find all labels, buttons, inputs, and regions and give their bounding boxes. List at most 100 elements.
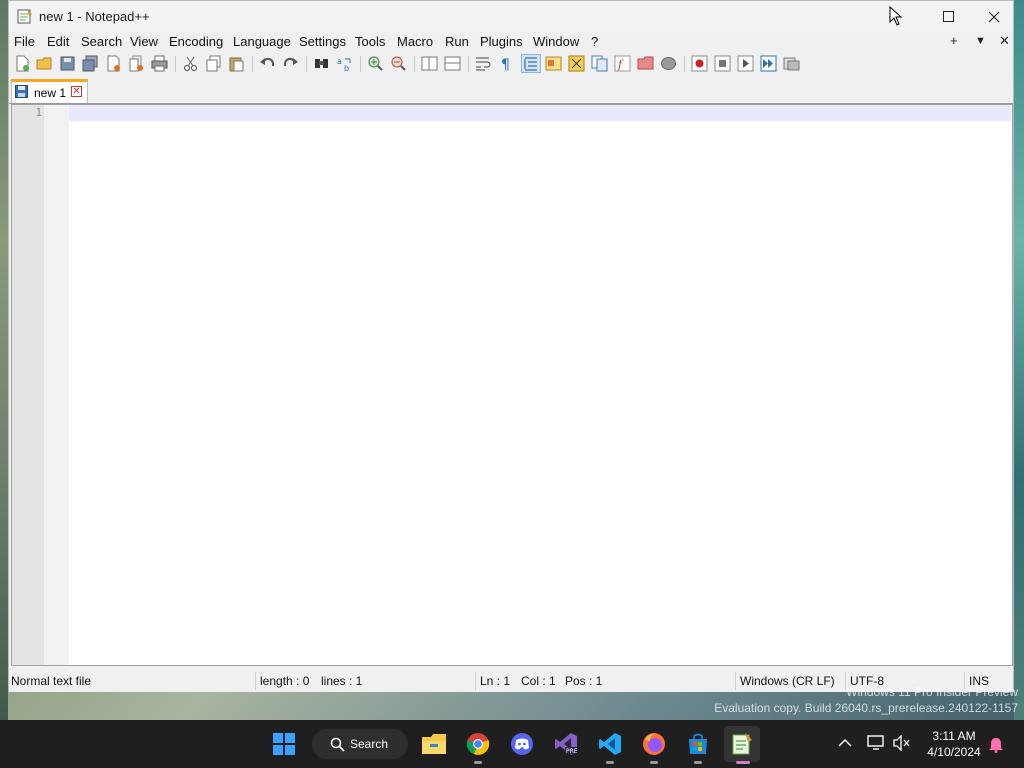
discord-button[interactable] <box>508 730 536 758</box>
close-all-icon[interactable] <box>128 55 145 72</box>
speaker-muted-icon[interactable] <box>893 735 911 751</box>
maximize-button[interactable] <box>925 1 971 32</box>
toolbar-separator <box>360 56 361 72</box>
search-icon <box>330 737 345 752</box>
menu-plugins[interactable]: Plugins <box>480 34 523 49</box>
close-button[interactable] <box>971 1 1017 32</box>
firefox-button[interactable] <box>640 730 668 764</box>
menu-tools[interactable]: Tools <box>355 34 385 49</box>
new-tab-plus-button[interactable]: + <box>950 33 958 48</box>
active-indicator <box>736 761 750 764</box>
undo-icon[interactable] <box>259 55 276 72</box>
windows-evaluation-watermark: Windows 11 Pro Insider Preview Evaluatio… <box>714 684 1018 716</box>
menu-encoding[interactable]: Encoding <box>169 34 223 49</box>
visual-studio-preview-button[interactable]: PRE <box>552 730 580 758</box>
save-all-icon[interactable] <box>82 55 99 72</box>
toolbar-separator <box>414 56 415 72</box>
menu-language[interactable]: Language <box>233 34 291 49</box>
document-map-icon[interactable] <box>568 55 585 72</box>
notepadpp-icon <box>732 733 752 755</box>
zoom-out-icon[interactable] <box>390 55 407 72</box>
line-number: 1 <box>35 106 42 119</box>
running-indicator <box>694 761 702 764</box>
menu-edit[interactable]: Edit <box>47 34 69 49</box>
indent-guide-button[interactable] <box>521 54 541 73</box>
copy-icon[interactable] <box>205 55 222 72</box>
vscode-button[interactable] <box>596 730 624 764</box>
menu-view[interactable]: View <box>130 34 158 49</box>
monitoring-icon[interactable] <box>660 55 677 72</box>
status-divider <box>255 672 256 690</box>
chrome-icon <box>466 733 490 755</box>
desktop-background-right <box>1014 0 1024 720</box>
menu-file[interactable]: File <box>14 34 35 49</box>
cut-icon[interactable] <box>182 55 199 72</box>
current-line-highlight <box>69 105 1011 121</box>
svg-text:a: a <box>337 57 342 66</box>
tab-close-icon[interactable]: ✕ <box>71 86 82 97</box>
tab-list-dropdown-button[interactable]: ▼ <box>975 35 986 47</box>
function-list-icon[interactable]: f <box>614 55 631 72</box>
zoom-in-icon[interactable] <box>367 55 384 72</box>
document-tab-bar: new 1 ✕ <box>9 77 1013 104</box>
watermark-line-1: Windows 11 Pro Insider Preview <box>846 685 1018 699</box>
open-file-icon[interactable] <box>36 55 53 72</box>
close-file-icon[interactable] <box>105 55 122 72</box>
word-wrap-icon[interactable] <box>475 55 492 72</box>
status-column: Col : 1 <box>521 674 556 688</box>
clock-time: 3:11 AM <box>932 729 976 743</box>
menu-help[interactable]: ? <box>591 34 598 49</box>
paste-icon[interactable] <box>228 55 245 72</box>
clock[interactable]: 3:11 AM 4/10/2024 <box>922 728 986 760</box>
menu-window[interactable]: Window <box>533 34 579 49</box>
save-icon[interactable] <box>59 55 76 72</box>
title-bar[interactable]: new 1 - Notepad++ <box>9 1 1013 32</box>
discord-icon <box>511 733 533 755</box>
new-file-icon[interactable] <box>14 55 31 72</box>
chrome-button[interactable] <box>464 730 492 764</box>
store-icon <box>689 733 707 754</box>
record-macro-icon[interactable] <box>691 55 708 72</box>
print-icon[interactable] <box>151 55 168 72</box>
menu-macro[interactable]: Macro <box>397 34 433 49</box>
stop-recording-icon[interactable] <box>714 55 731 72</box>
microsoft-store-button[interactable] <box>684 730 712 764</box>
fold-margin[interactable] <box>44 105 69 665</box>
tab-new-1[interactable]: new 1 ✕ <box>11 79 88 103</box>
status-position: Pos : 1 <box>565 674 603 688</box>
vscode-icon <box>599 733 621 755</box>
replace-icon[interactable]: ab <box>336 55 353 72</box>
unsaved-file-icon <box>15 85 28 98</box>
taskbar-search-box[interactable]: Search <box>312 729 408 759</box>
line-number-gutter: 1 <box>12 105 44 665</box>
text-editor[interactable]: 1 <box>11 104 1013 666</box>
define-language-icon[interactable] <box>545 55 562 72</box>
start-button[interactable] <box>270 730 298 758</box>
document-list-icon[interactable] <box>591 55 608 72</box>
network-icon[interactable] <box>867 735 885 751</box>
sync-vertical-scroll-icon[interactable] <box>421 55 438 72</box>
redo-icon[interactable] <box>282 55 299 72</box>
folder-as-workspace-icon[interactable] <box>637 55 654 72</box>
watermark-line-2: Evaluation copy. Build 26040.rs_prerelea… <box>714 701 1018 715</box>
run-macro-multiple-icon[interactable] <box>760 55 777 72</box>
chevron-up-icon[interactable] <box>838 738 852 748</box>
status-line: Ln : 1 <box>480 674 511 688</box>
svg-text:¶: ¶ <box>501 57 510 72</box>
menu-settings[interactable]: Settings <box>299 34 346 49</box>
save-macro-icon[interactable] <box>783 55 800 72</box>
notifications-bell-icon[interactable] <box>988 736 1004 753</box>
sync-horizontal-scroll-icon[interactable] <box>444 55 461 72</box>
toolbar-separator <box>468 56 469 72</box>
desktop-background-left <box>0 0 8 720</box>
menu-bar: File Edit Search View Encoding Language … <box>9 32 1013 52</box>
playback-macro-icon[interactable] <box>737 55 754 72</box>
find-icon[interactable] <box>313 55 330 72</box>
show-all-characters-icon[interactable]: ¶ <box>498 55 515 72</box>
menu-run[interactable]: Run <box>445 34 469 49</box>
file-explorer-button[interactable] <box>420 730 448 758</box>
status-length: length : 0 <box>260 674 310 688</box>
notepadpp-taskbar-button[interactable] <box>724 726 760 764</box>
menu-search[interactable]: Search <box>81 34 122 49</box>
close-document-button[interactable]: ✕ <box>999 33 1010 49</box>
